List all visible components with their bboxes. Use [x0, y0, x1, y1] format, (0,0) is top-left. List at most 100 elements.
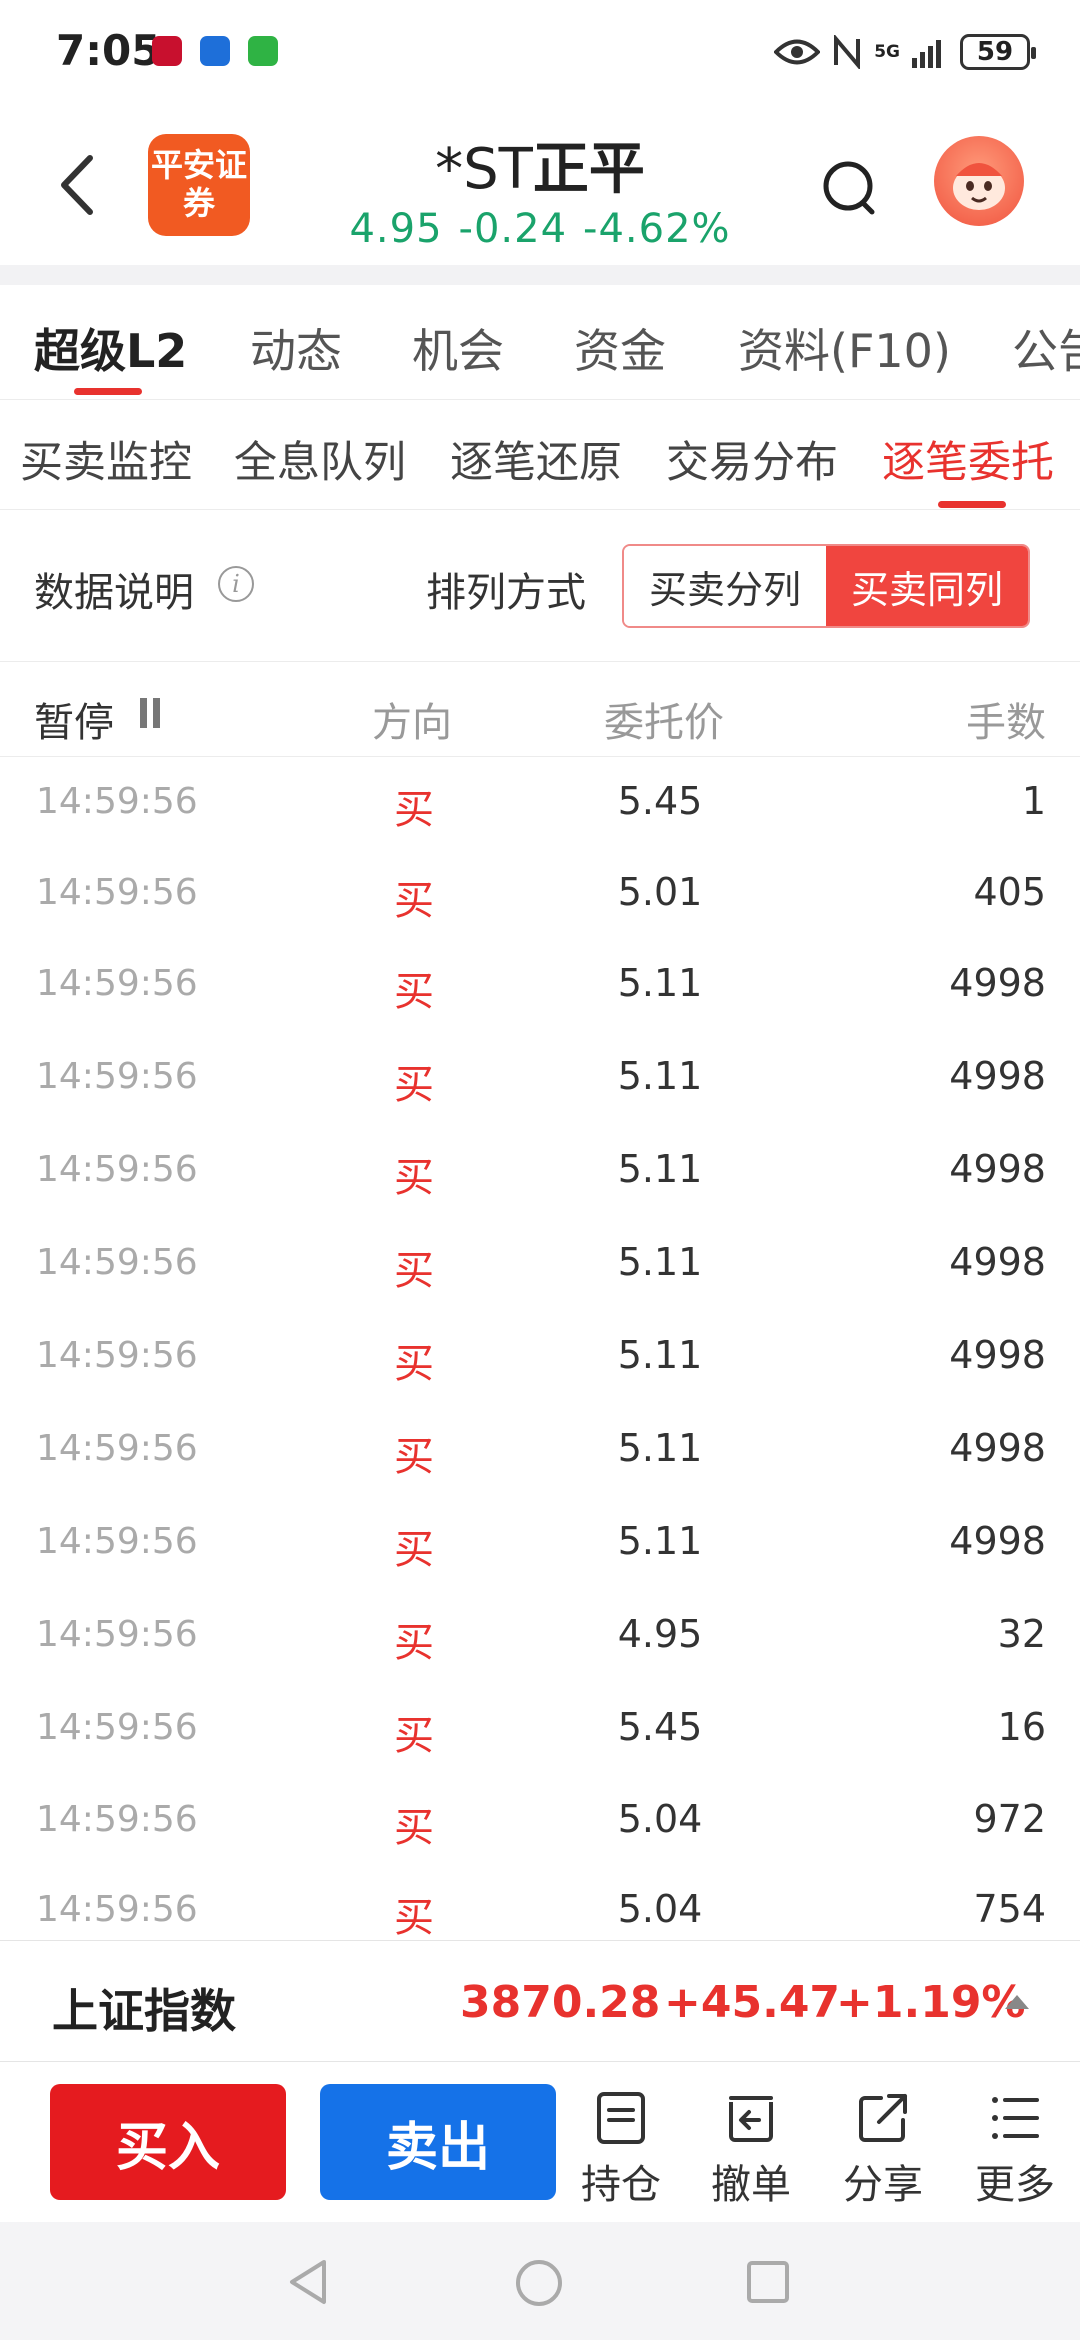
- sell-button[interactable]: 卖出: [320, 2084, 556, 2200]
- search-icon[interactable]: [818, 156, 884, 222]
- nav-home-icon[interactable]: [514, 2258, 564, 2308]
- assistant-avatar[interactable]: [934, 136, 1024, 226]
- row-price: 5.11: [617, 961, 703, 1005]
- row-direction: 买: [394, 787, 434, 833]
- position-icon: [597, 2092, 645, 2144]
- row-direction: 买: [394, 1805, 434, 1851]
- row-price: 5.45: [617, 779, 703, 823]
- more-label: 更多: [975, 2162, 1055, 2208]
- position-button[interactable]: 持仓: [566, 2090, 676, 2210]
- row-price: 4.95: [617, 1612, 703, 1656]
- sort-mode-toggle: 买卖分列 买卖同列: [622, 544, 1030, 628]
- table-row: 14:59:56 买 5.11 4998: [0, 1125, 1080, 1218]
- subtab-tick-orders[interactable]: 逐笔委托: [882, 428, 1054, 490]
- stock-quote: 4.95 -0.24 -4.62%: [0, 206, 1080, 252]
- nfc-icon: [834, 35, 861, 69]
- pause-label[interactable]: 暂停: [34, 690, 114, 748]
- expand-up-icon[interactable]: [1005, 1995, 1029, 2009]
- row-price: 5.01: [617, 870, 703, 914]
- page-title: *ST正平: [0, 124, 1080, 205]
- phone-icon: [248, 36, 278, 66]
- row-time: 14:59:56: [36, 1056, 198, 1097]
- row-direction: 买: [394, 1248, 434, 1294]
- table-row: 14:59:56 买 5.11 4998: [0, 1404, 1080, 1497]
- header-direction: 方向: [372, 700, 452, 746]
- assistant-face-icon: [953, 163, 1005, 210]
- tab-f10[interactable]: 资料(F10): [738, 315, 951, 381]
- app-notification-icon-2: [200, 36, 230, 66]
- row-price: 5.11: [617, 1054, 703, 1098]
- subtab-trade-monitor[interactable]: 买卖监控: [20, 428, 192, 490]
- stock-header: 平安证券 *ST正平 4.95 -0.24 -4.62%: [0, 110, 1080, 265]
- row-time: 14:59:56: [36, 1428, 198, 1469]
- row-time: 14:59:56: [36, 1242, 198, 1283]
- status-bar: 7:05 5G 59: [0, 0, 1080, 110]
- row-direction: 买: [394, 878, 434, 924]
- market-index-bar[interactable]: 上证指数 3870.28 +45.47 +1.19%: [0, 1940, 1080, 2062]
- trade-action-bar: 买入 卖出 持仓 撤单 分享 更多: [0, 2062, 1080, 2222]
- row-volume: 4998: [949, 1426, 1046, 1470]
- table-row: 14:59:56 买 5.11 4998: [0, 1497, 1080, 1590]
- row-volume: 4998: [949, 961, 1046, 1005]
- tab-dynamics[interactable]: 动态: [250, 315, 342, 381]
- header-price: 委托价: [604, 700, 724, 746]
- cancel-order-button[interactable]: 撤单: [696, 2090, 806, 2210]
- table-row: 14:59:56 买 5.04 972: [0, 1775, 1080, 1868]
- table-row: 14:59:56 买 5.45 16: [0, 1683, 1080, 1776]
- row-direction: 买: [394, 1895, 434, 1940]
- row-direction: 买: [394, 1341, 434, 1387]
- row-direction: 买: [394, 1527, 434, 1573]
- nav-back-icon[interactable]: [286, 2258, 330, 2306]
- row-volume: 16: [997, 1705, 1046, 1749]
- tab-opportunity[interactable]: 机会: [412, 315, 504, 381]
- row-direction: 买: [394, 1434, 434, 1480]
- sort-same-button[interactable]: 买卖同列: [826, 546, 1028, 626]
- row-volume: 4998: [949, 1240, 1046, 1284]
- data-description-label[interactable]: 数据说明: [34, 560, 194, 618]
- table-row: 14:59:56 买 5.11 4998: [0, 1218, 1080, 1311]
- order-list[interactable]: 14:59:56 买 5.45 1 14:59:56 买 5.01 405 14…: [0, 757, 1080, 1940]
- share-button[interactable]: 分享: [828, 2090, 938, 2210]
- table-row: 14:59:56 买 5.45 1: [0, 757, 1080, 850]
- subtab-trade-distribution[interactable]: 交易分布: [666, 428, 838, 490]
- table-row: 14:59:56 买 5.11 4998: [0, 1311, 1080, 1404]
- sub-tabs: 买卖监控 全息队列 逐笔还原 交易分布 逐笔委托: [0, 400, 1080, 510]
- eye-icon: [774, 39, 821, 65]
- info-icon[interactable]: i: [218, 566, 254, 602]
- row-volume: 4998: [949, 1333, 1046, 1377]
- row-time: 14:59:56: [36, 872, 198, 913]
- row-price: 5.11: [617, 1240, 703, 1284]
- share-icon: [859, 2094, 907, 2142]
- network-type: 5G: [874, 42, 900, 62]
- row-time: 14:59:56: [36, 1521, 198, 1562]
- more-button[interactable]: 更多: [960, 2090, 1070, 2210]
- table-row: 14:59:56 买 5.01 405: [0, 848, 1080, 941]
- buy-button[interactable]: 买入: [50, 2084, 286, 2200]
- tab-announcement[interactable]: 公告: [1012, 315, 1080, 381]
- row-direction: 买: [394, 1620, 434, 1666]
- row-time: 14:59:56: [36, 1149, 198, 1190]
- cancel-order-icon: [729, 2096, 773, 2142]
- row-price: 5.04: [617, 1887, 703, 1931]
- tab-super-l2[interactable]: 超级L2: [34, 315, 187, 381]
- row-price: 5.11: [617, 1519, 703, 1563]
- row-volume: 405: [973, 870, 1046, 914]
- sort-separate-button[interactable]: 买卖分列: [624, 546, 826, 626]
- stock-name: 正平: [532, 137, 645, 202]
- table-row: 14:59:56 买 4.95 32: [0, 1590, 1080, 1683]
- index-change-pct: +1.19%: [836, 1977, 1026, 2028]
- pause-icon[interactable]: [138, 698, 162, 728]
- options-row: 数据说明 i 排列方式 买卖分列 买卖同列: [0, 510, 1080, 662]
- nav-recents-icon[interactable]: [746, 2260, 790, 2304]
- section-divider: [0, 265, 1080, 285]
- stock-change: -0.24: [458, 206, 568, 252]
- subtab-tick-restore[interactable]: 逐笔还原: [450, 428, 622, 490]
- row-time: 14:59:56: [36, 1335, 198, 1376]
- row-time: 14:59:56: [36, 1707, 198, 1748]
- subtab-full-queue[interactable]: 全息队列: [234, 428, 406, 490]
- row-time: 14:59:56: [36, 963, 198, 1004]
- row-price: 5.45: [617, 1705, 703, 1749]
- row-time: 14:59:56: [36, 1889, 198, 1930]
- tab-funds[interactable]: 资金: [574, 315, 666, 381]
- row-price: 5.11: [617, 1333, 703, 1377]
